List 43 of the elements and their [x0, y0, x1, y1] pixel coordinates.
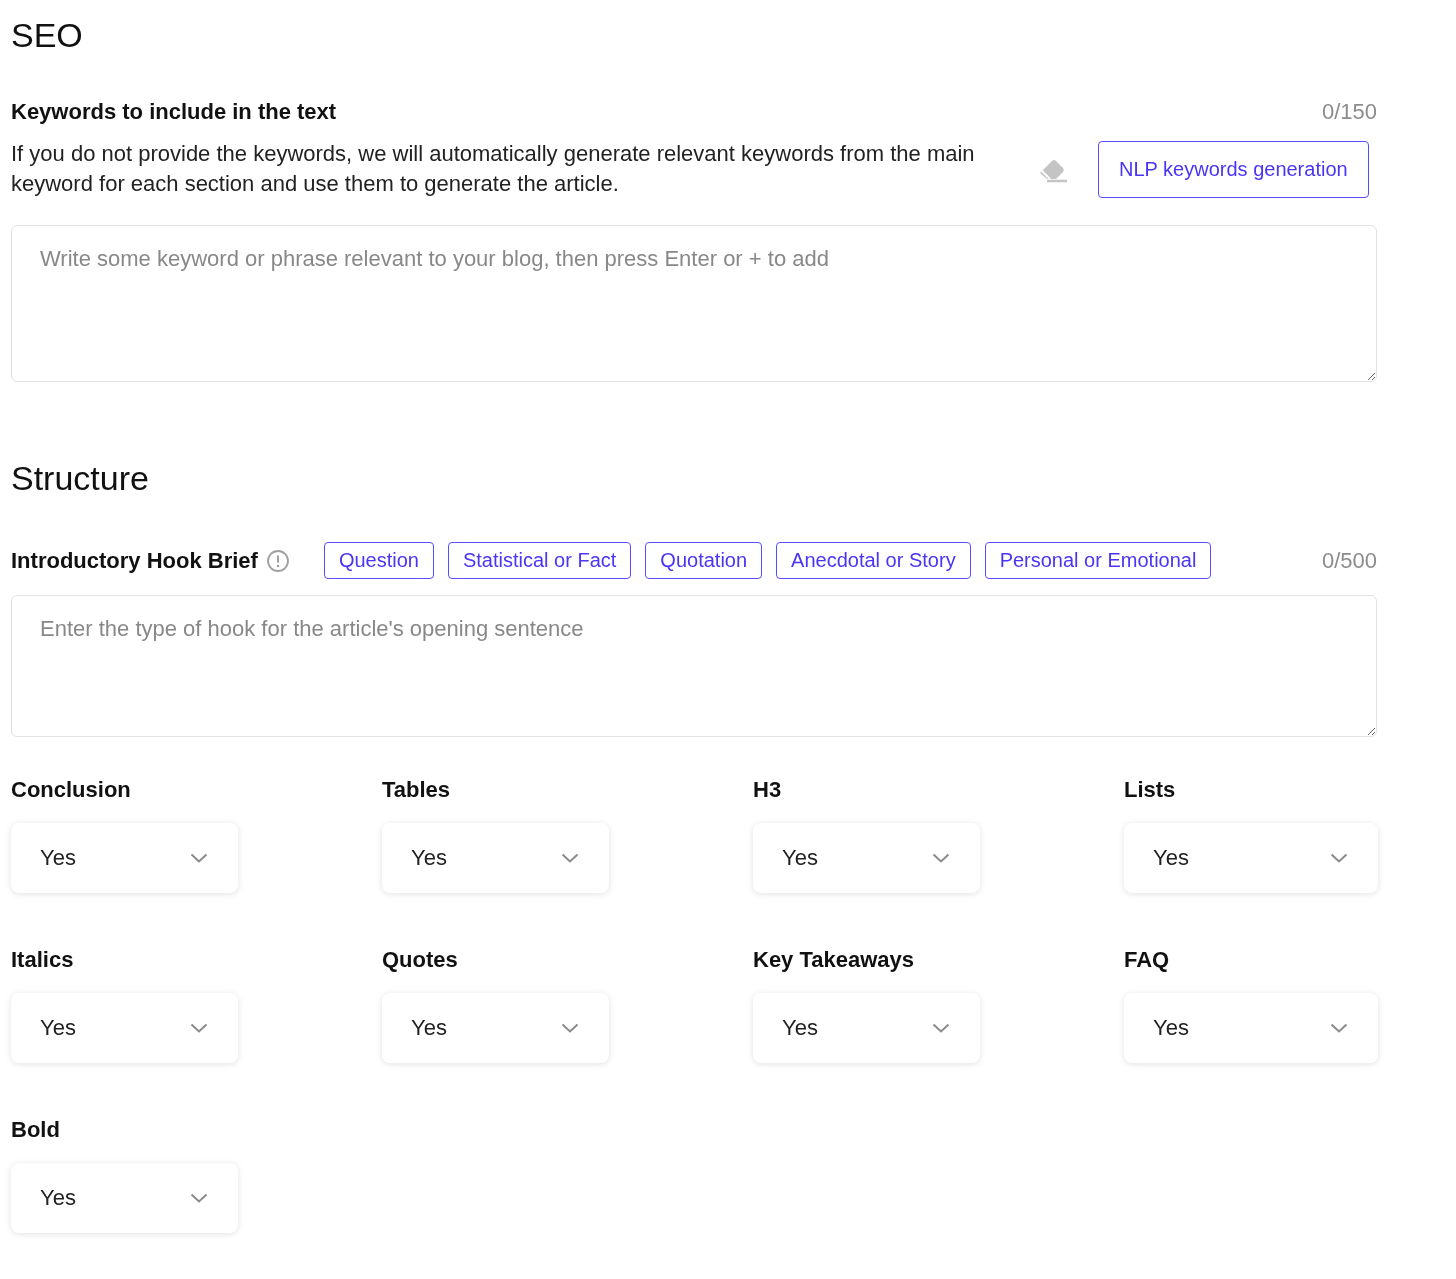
info-icon	[265, 548, 290, 573]
section-title: SEO	[11, 15, 84, 56]
field-label: Bold	[11, 1117, 60, 1143]
field-label: Conclusion	[11, 777, 131, 803]
field-label: Keywords to include in the text	[11, 99, 337, 125]
chevron-down-icon	[561, 1023, 579, 1033]
hook-type-chip[interactable]: Personal or Emotional	[984, 542, 1212, 579]
hook-type-chip[interactable]: Quotation	[645, 542, 763, 579]
hook-input[interactable]: Enter the type of hook for the article's opening sentence	[11, 595, 1377, 737]
field-label: H3	[753, 777, 782, 803]
field-label: Key Takeaways	[753, 947, 915, 973]
chevron-down-icon	[561, 853, 579, 863]
field-label: Quotes	[382, 947, 458, 973]
select-dropdown[interactable]: Yes	[11, 993, 238, 1063]
nlp-keywords-button[interactable]: NLP keywords generation	[1098, 140, 1369, 198]
description-text: If you do not provide the keywords, we will automatically generate relevant keywords from the main keyword for each section and use them to generate the article.	[11, 140, 976, 198]
character-counter: 0/500	[1321, 547, 1377, 574]
chevron-down-icon	[1330, 1023, 1348, 1033]
hook-type-chip[interactable]: Anecdotal or Story	[776, 542, 971, 579]
hook-type-chip[interactable]: Statistical or Fact	[447, 542, 632, 579]
chevron-down-icon	[190, 853, 208, 863]
field-label: FAQ	[1124, 947, 1170, 973]
select-dropdown[interactable]: Yes	[382, 993, 609, 1063]
select-dropdown[interactable]: Yes	[1124, 823, 1378, 893]
chevron-down-icon	[1330, 853, 1348, 863]
hook-type-chip[interactable]: Question	[323, 542, 434, 579]
field-label: Introductory Hook Brief	[11, 547, 258, 574]
character-counter: 0/150	[1321, 99, 1377, 125]
select-dropdown[interactable]: Yes	[1124, 993, 1378, 1063]
field-label: Tables	[382, 777, 451, 803]
select-dropdown[interactable]: Yes	[382, 823, 609, 893]
select-dropdown[interactable]: Yes	[11, 1163, 238, 1233]
chevron-down-icon	[932, 853, 950, 863]
select-dropdown[interactable]: Yes	[11, 823, 238, 893]
field-label: Lists	[1124, 777, 1176, 803]
chevron-down-icon	[190, 1023, 208, 1033]
keywords-input[interactable]: Write some keyword or phrase relevant to your blog, then press Enter or + to add	[11, 225, 1377, 382]
chevron-down-icon	[932, 1023, 950, 1033]
select-dropdown[interactable]: Yes	[753, 823, 980, 893]
select-dropdown[interactable]: Yes	[753, 993, 980, 1063]
section-title: Structure	[11, 458, 150, 499]
chevron-down-icon	[190, 1193, 208, 1203]
field-label: Italics	[11, 947, 74, 973]
